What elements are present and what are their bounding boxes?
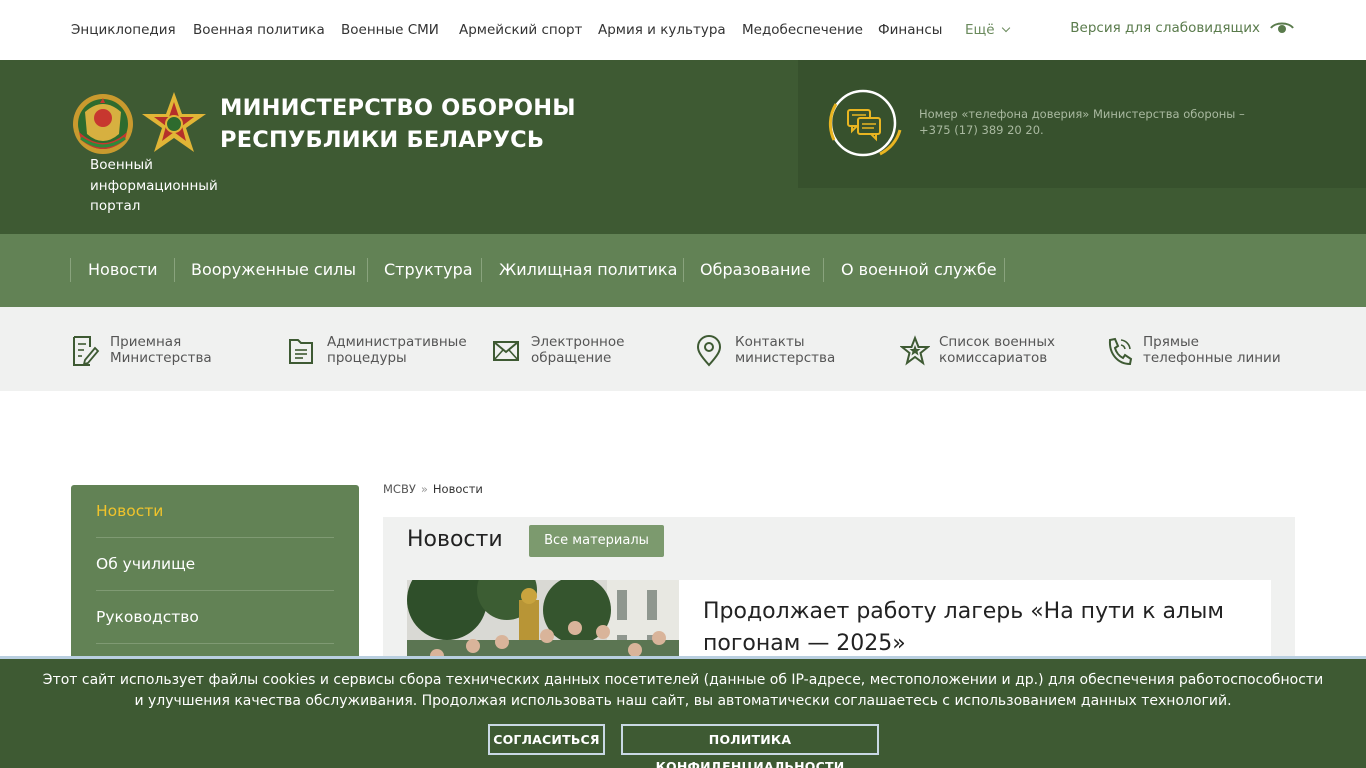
site-header: МИНИСТЕРСТВО ОБОРОНЫ РЕСПУБЛИКИ БЕЛАРУСЬ… [0, 60, 1366, 234]
breadcrumb: МСВУ » Новости [383, 482, 483, 496]
quicklink-reception[interactable]: Приемная Министерства [71, 334, 212, 368]
belarus-emblem-icon[interactable] [71, 92, 135, 156]
quicklink-direct-phone-lines-label: Прямые телефонные линии [1143, 334, 1281, 366]
nav-divider [174, 258, 175, 282]
cookie-banner: Этот сайт использует файлы cookies и сер… [0, 656, 1366, 768]
topnav-item-military-policy[interactable]: Военная политика [193, 22, 325, 38]
quicklink-e-appeal-label: Электронное обращение [531, 334, 625, 366]
breadcrumb-current: Новости [432, 482, 483, 496]
quicklink-direct-phone-lines[interactable]: Прямые телефонные линии [1104, 334, 1281, 368]
low-vision-version-link[interactable]: Версия для слабовидящих [1070, 20, 1294, 36]
eye-icon [1270, 22, 1294, 33]
quicklink-e-appeal[interactable]: Электронное обращение [492, 334, 624, 368]
topnav-item-medical[interactable]: Медобеспечение [742, 22, 863, 38]
top-navigation: Энциклопедия Военная политика Военные СМ… [0, 0, 1366, 60]
nav-divider [823, 258, 824, 282]
privacy-policy-button[interactable]: ПОЛИТИКА КОНФИДЕНЦИАЛЬНОСТИ [621, 724, 879, 768]
nav-divider [367, 258, 368, 282]
quicklink-commissariats-label: Список военных комиссариатов [939, 334, 1055, 366]
breadcrumb-home-link[interactable]: МСВУ [383, 482, 416, 496]
cookie-text: Этот сайт использует файлы cookies и сер… [42, 672, 1324, 709]
quicklink-contacts-label: Контакты министерства [735, 334, 836, 366]
hotline-block: Номер «телефона доверия» Министерства об… [798, 60, 1366, 188]
topnav-item-finance[interactable]: Финансы [878, 22, 942, 38]
quicklink-admin-procedures[interactable]: Административные процедуры [288, 334, 467, 368]
envelope-icon [493, 341, 519, 361]
nav-divider [683, 258, 684, 282]
sidebar-item-about-school[interactable]: Об училище [96, 538, 334, 591]
news-title-link[interactable]: Продолжает работу лагерь «На пути к алым… [703, 596, 1233, 660]
quicklink-admin-procedures-label: Административные процедуры [327, 334, 467, 366]
military-star-emblem-icon[interactable] [140, 90, 208, 158]
document-edit-icon [73, 336, 100, 366]
mainnav-item-structure[interactable]: Структура [384, 260, 473, 279]
quicklink-commissariats[interactable]: Список военных комиссариатов [900, 334, 1055, 368]
location-pin-icon [696, 335, 722, 367]
sidebar-item-news[interactable]: Новости [96, 485, 334, 538]
quicklink-contacts[interactable]: Контакты министерства [696, 334, 835, 368]
quick-links-bar: Приемная Министерства Административные п… [0, 307, 1366, 391]
cookie-agree-button[interactable]: СОГЛАСИТЬСЯ [488, 724, 605, 755]
folder-document-icon [289, 339, 313, 364]
topnav-item-encyclopedia[interactable]: Энциклопедия [71, 22, 176, 38]
sidebar-item-leadership[interactable]: Руководство [96, 591, 334, 644]
all-materials-button[interactable]: Все материалы [529, 525, 664, 557]
breadcrumb-separator: » [420, 482, 428, 496]
main-navigation: Новости Вооруженные силы Структура Жилищ… [0, 234, 1366, 307]
star-icon [900, 335, 930, 366]
nav-divider [481, 258, 482, 282]
nav-divider [70, 258, 71, 282]
mainnav-item-housing-policy[interactable]: Жилищная политика [499, 260, 677, 279]
page-title: Новости [407, 527, 503, 552]
phone-icon [1108, 337, 1133, 366]
topnav-more-dropdown[interactable]: Ещё [965, 22, 1010, 38]
mainnav-item-news[interactable]: Новости [88, 260, 158, 279]
portal-label: Военный информационный портал [90, 157, 218, 214]
topnav-item-military-media[interactable]: Военные СМИ [341, 22, 439, 38]
topnav-item-army-culture[interactable]: Армия и культура [598, 22, 726, 38]
ministry-name-line2: РЕСПУБЛИКИ БЕЛАРУСЬ [220, 127, 545, 153]
mainnav-item-education[interactable]: Образование [700, 260, 811, 279]
ministry-name[interactable]: МИНИСТЕРСТВО ОБОРОНЫ РЕСПУБЛИКИ БЕЛАРУСЬ [220, 92, 576, 156]
mainnav-item-armed-forces[interactable]: Вооруженные силы [191, 260, 356, 279]
mainnav-item-military-service[interactable]: О военной службе [841, 260, 997, 279]
ministry-name-line1: МИНИСТЕРСТВО ОБОРОНЫ [220, 95, 576, 121]
nav-divider [1004, 258, 1005, 282]
low-vision-label: Версия для слабовидящих [1070, 20, 1260, 36]
chat-bubbles-icon[interactable] [822, 82, 906, 166]
hotline-text: Номер «телефона доверия» Министерства об… [919, 107, 1245, 137]
topnav-more-label: Ещё [965, 22, 995, 38]
topnav-item-army-sport[interactable]: Армейский спорт [459, 22, 582, 38]
quicklink-reception-label: Приемная Министерства [110, 334, 212, 366]
chevron-down-icon [1001, 23, 1010, 33]
